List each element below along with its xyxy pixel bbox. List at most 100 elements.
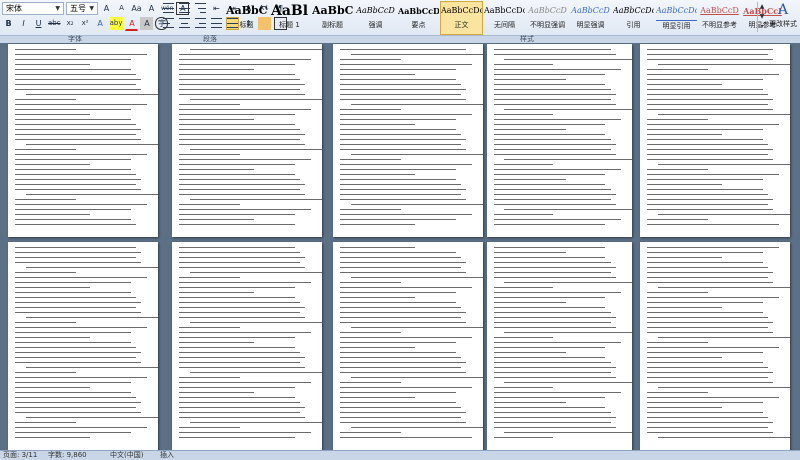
clear-format-button[interactable]: A	[145, 2, 158, 15]
style-subtitle[interactable]: AaBbC 副标题	[311, 1, 354, 35]
text-line	[494, 184, 606, 185]
text-line	[340, 129, 456, 130]
text-line	[15, 312, 142, 313]
highlight-button[interactable]: aby	[108, 17, 124, 30]
text-line	[340, 317, 462, 318]
character-shading-button[interactable]: A	[140, 17, 154, 30]
style-quote[interactable]: AaBbCcDc 引用	[612, 1, 655, 35]
text-line	[657, 64, 790, 65]
style-heading1[interactable]: AaBl 标题 1	[268, 1, 311, 35]
page-thumbnail[interactable]	[487, 242, 632, 452]
text-line	[340, 209, 402, 210]
text-line	[657, 387, 790, 388]
more-icon[interactable]: ▾	[758, 22, 766, 32]
subscript-button[interactable]: x₂	[64, 17, 77, 30]
text-line	[15, 89, 142, 90]
style-strong[interactable]: AaBbCcD 要点	[397, 1, 440, 35]
chevron-up-icon[interactable]: ▲	[758, 2, 766, 12]
page-thumbnail[interactable]	[172, 44, 322, 237]
style-subtle-reference[interactable]: AaBbCcD 不明显参考	[698, 1, 741, 35]
decrease-indent-icon[interactable]: ⇤	[210, 2, 223, 15]
chevron-down-icon[interactable]: ▼	[89, 3, 94, 14]
chevron-down-icon[interactable]: ▼	[55, 3, 60, 14]
page-thumbnail[interactable]	[333, 242, 483, 452]
text-line	[494, 94, 616, 95]
page-thumbnail[interactable]	[8, 44, 158, 237]
text-line	[179, 214, 295, 215]
text-line	[15, 247, 137, 248]
text-line	[647, 377, 769, 378]
italic-button[interactable]: I	[17, 17, 30, 30]
text-line	[179, 307, 306, 308]
page-thumbnail[interactable]	[640, 44, 790, 237]
change-case-button[interactable]: Aa	[130, 2, 143, 15]
text-line	[179, 357, 306, 358]
text-line	[350, 327, 483, 328]
page-thumbnail[interactable]	[333, 44, 483, 237]
change-styles-button[interactable]: A 更改样式	[766, 1, 800, 34]
style-normal[interactable]: AaBbCcDc 正文	[440, 1, 483, 35]
chevron-down-icon[interactable]: ▼	[758, 12, 766, 22]
text-line	[494, 219, 622, 220]
numbering-icon[interactable]	[178, 2, 191, 15]
font-color-button[interactable]: A	[125, 17, 139, 31]
strikethrough-button[interactable]: abc	[47, 17, 62, 30]
style-intense-quote[interactable]: AaBbCcDc 明显引用	[655, 1, 698, 35]
style-title[interactable]: AaBbC 标题	[225, 1, 268, 35]
text-line	[647, 267, 769, 268]
align-right-icon[interactable]	[194, 17, 207, 30]
underline-button[interactable]: U	[32, 17, 45, 30]
text-line	[340, 247, 415, 248]
text-line	[647, 272, 774, 273]
font-size-select[interactable]: 五号 ▼	[66, 2, 98, 15]
style-sample: AaBbCcD	[356, 6, 395, 15]
text-line	[657, 114, 790, 115]
style-intense-emphasis[interactable]: AaBbCcD 明显强调	[569, 1, 612, 35]
text-line	[494, 114, 553, 115]
style-name: 引用	[626, 21, 641, 29]
text-line	[179, 84, 306, 85]
multilevel-list-icon[interactable]	[194, 2, 207, 15]
text-line	[350, 104, 483, 105]
superscript-button[interactable]: x²	[79, 17, 92, 30]
page-thumbnail[interactable]	[8, 242, 158, 452]
page-thumbnail[interactable]	[487, 44, 632, 237]
style-no-spacing[interactable]: AaBbCcDc 无间隔	[483, 1, 526, 35]
text-line	[15, 204, 147, 205]
bullets-icon[interactable]	[162, 2, 175, 15]
text-line	[179, 327, 241, 328]
text-line	[179, 417, 306, 418]
text-line	[647, 169, 709, 170]
document-area[interactable]	[0, 42, 800, 452]
font-name-select[interactable]: 宋体 ▼	[2, 2, 64, 15]
text-line	[647, 94, 769, 95]
text-line	[494, 347, 606, 348]
text-line	[647, 209, 774, 210]
text-line	[340, 184, 462, 185]
page-thumbnail[interactable]	[640, 242, 790, 452]
text-line	[179, 204, 241, 205]
style-subtle-emphasis[interactable]: AaBbCcD 不明显强调	[526, 1, 569, 35]
text-line	[647, 302, 763, 303]
text-line	[494, 224, 606, 225]
text-line	[494, 377, 616, 378]
text-line	[494, 84, 606, 85]
align-center-icon[interactable]	[178, 17, 191, 30]
text-line	[340, 139, 467, 140]
grow-font-button[interactable]: A	[100, 2, 113, 15]
justify-icon[interactable]	[210, 17, 223, 30]
bold-button[interactable]: B	[2, 17, 15, 30]
text-line	[15, 129, 142, 130]
text-line	[15, 49, 77, 50]
align-left-icon[interactable]	[162, 17, 175, 30]
text-line	[647, 257, 722, 258]
gallery-scroll[interactable]: ▲ ▼ ▾	[757, 2, 766, 32]
text-line	[647, 342, 709, 343]
text-line	[494, 64, 553, 65]
shrink-font-button[interactable]: A	[115, 2, 128, 15]
style-emphasis[interactable]: AaBbCcD 强调	[354, 1, 397, 35]
text-line	[647, 194, 769, 195]
page-thumbnail[interactable]	[172, 242, 322, 452]
text-line	[25, 194, 158, 195]
text-effect-button[interactable]: A	[94, 17, 107, 30]
